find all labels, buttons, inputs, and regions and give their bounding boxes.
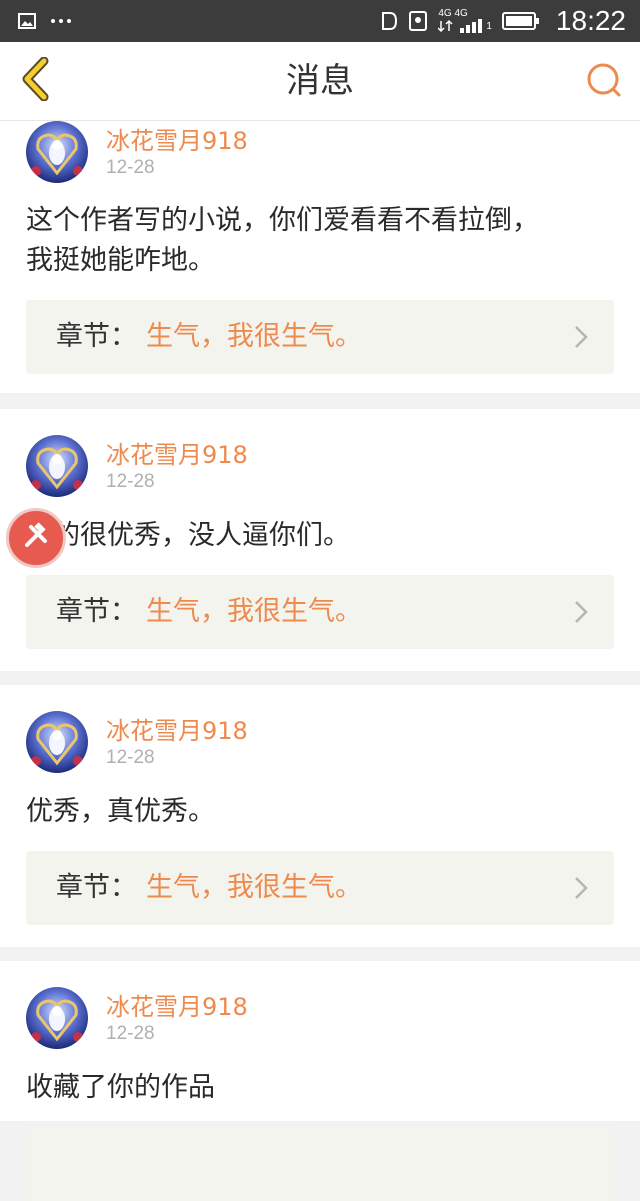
message-card: 冰花雪月918 12-28 收藏了你的作品 — [0, 961, 640, 1201]
avatar[interactable] — [26, 435, 88, 497]
status-bar: 4G 4G 1 18:22 — [0, 0, 640, 42]
clock: 18:22 — [555, 5, 626, 36]
chapter-link[interactable]: 章节： 生气，我很生气。 — [26, 300, 614, 374]
chapter-title: 生气，我很生气。 — [146, 596, 362, 627]
chapter-link[interactable] — [26, 1127, 614, 1201]
chapter-label: 章节： — [56, 596, 137, 627]
status-left — [18, 0, 72, 42]
message-card: 冰花雪月918 12-28 优秀，真优秀。 章节： 生气，我很生气。 — [0, 685, 640, 947]
status-right: 4G 4G 1 18:22 — [380, 0, 626, 42]
search-icon — [585, 61, 623, 103]
chapter-title: 生气，我很生气。 — [146, 321, 362, 352]
message-content: 优秀，真优秀。 — [26, 796, 215, 827]
message-content: 收藏了你的作品 — [26, 1072, 215, 1103]
username[interactable]: 冰花雪月918 — [106, 711, 248, 746]
message-date: 12-28 — [106, 157, 155, 178]
message-date: 12-28 — [106, 471, 155, 492]
location-icon — [408, 10, 428, 32]
nfc-icon — [380, 10, 398, 32]
page-title: 消息 — [286, 61, 354, 101]
card-divider — [0, 393, 640, 409]
network-type-label: 4G 4G — [438, 8, 468, 19]
card-divider — [0, 671, 640, 685]
username[interactable]: 冰花雪月918 — [106, 987, 248, 1022]
message-card: 冰花雪月918 12-28 这个作者写的小说，你们爱看看不看拉倒， 我挺她能咋地… — [0, 121, 640, 393]
chevron-right-icon — [574, 876, 588, 904]
battery-icon — [501, 11, 540, 31]
avatar[interactable] — [26, 121, 88, 183]
message-card: 冰花雪月918 12-28 真的很优秀，没人逼你们。 章节： 生气，我很生气。 — [0, 409, 640, 671]
signal-icon: 4G 4G — [438, 9, 484, 33]
username[interactable]: 冰花雪月918 — [106, 435, 248, 470]
chevron-right-icon — [574, 325, 588, 353]
chapter-label: 章节： — [56, 872, 137, 903]
nav-bar: 消息 — [0, 42, 640, 121]
message-list: 冰花雪月918 12-28 这个作者写的小说，你们爱看看不看拉倒， 我挺她能咋地… — [0, 121, 640, 1201]
message-content-line: 这个作者写的小说，你们爱看看不看拉倒， — [26, 205, 539, 236]
floating-assist-icon — [21, 521, 51, 555]
chapter-link[interactable]: 章节： 生气，我很生气。 — [26, 575, 614, 649]
search-button[interactable] — [582, 60, 626, 104]
message-date: 12-28 — [106, 747, 155, 768]
more-notifications-icon — [50, 18, 72, 24]
chapter-link[interactable]: 章节： 生气，我很生气。 — [26, 851, 614, 925]
chevron-right-icon — [574, 600, 588, 628]
username[interactable]: 冰花雪月918 — [106, 121, 248, 156]
message-content-line: 我挺她能咋地。 — [26, 245, 215, 276]
avatar[interactable] — [26, 987, 88, 1049]
message-content: 真的很优秀，没人逼你们。 — [26, 520, 350, 551]
chapter-label: 章节： — [56, 321, 137, 352]
avatar[interactable] — [26, 711, 88, 773]
floating-assist-button[interactable] — [6, 508, 66, 568]
message-date: 12-28 — [106, 1023, 155, 1044]
card-divider — [0, 947, 640, 961]
message-content: 这个作者写的小说，你们爱看看不看拉倒， 我挺她能咋地。 — [26, 201, 614, 281]
chapter-title: 生气，我很生气。 — [146, 872, 362, 903]
sim-index: 1 — [486, 21, 492, 32]
image-notification-icon — [18, 13, 36, 29]
